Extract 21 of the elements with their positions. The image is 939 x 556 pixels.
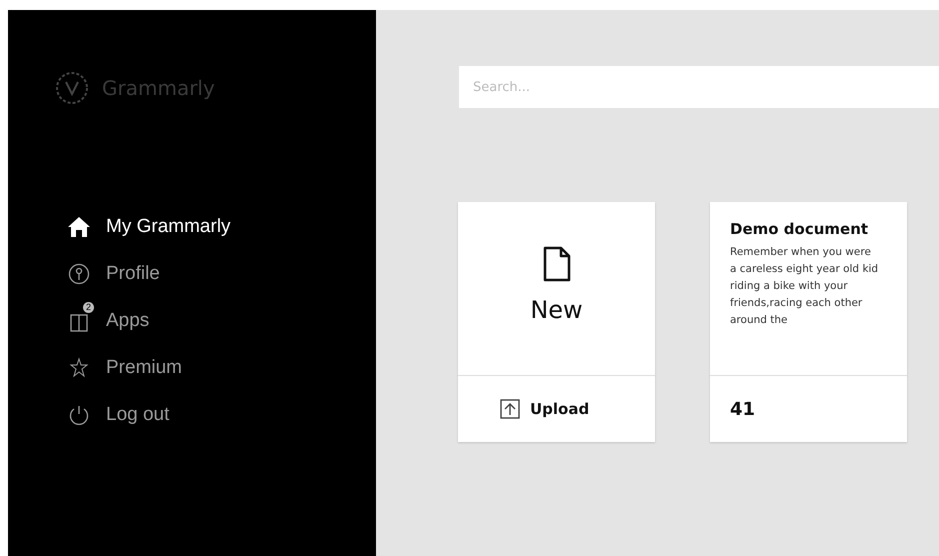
nav-item[interactable]: Log out xyxy=(64,396,170,426)
power-icon xyxy=(68,404,90,426)
person-icon xyxy=(68,263,90,285)
star-icon xyxy=(69,357,89,379)
upload-button[interactable]: Upload xyxy=(458,376,655,442)
home-icon xyxy=(67,216,91,238)
upload-icon xyxy=(500,399,520,419)
nav-item[interactable]: Premium xyxy=(64,349,182,379)
document-title: Demo document xyxy=(730,220,870,238)
word-count: 41 xyxy=(730,398,756,420)
count-badge: 2 xyxy=(83,302,94,313)
document-card[interactable]: Demo document Remember when you were a careless eight year old kid riding a bike with your friends,racing each other around the 41 xyxy=(710,202,907,442)
document-icon xyxy=(542,246,570,282)
document-excerpt: Remember when you were a careless eight year old kid riding a bike with your friends,racing each other around the xyxy=(730,245,879,328)
new-document-card[interactable]: New Upload xyxy=(458,202,655,442)
nav-item[interactable]: Profile xyxy=(64,255,160,285)
nav-item[interactable]: 2 Apps xyxy=(64,302,150,332)
nav-item[interactable]: My Grammarly xyxy=(64,208,231,238)
new-label: New xyxy=(530,296,583,324)
search-field[interactable]: Search... xyxy=(459,66,939,108)
logo-text: Grammarly xyxy=(102,76,215,100)
